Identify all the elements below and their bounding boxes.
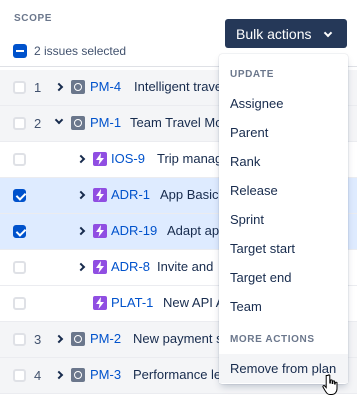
expand-chevron-icon[interactable] — [54, 334, 64, 344]
expand-chevron-icon[interactable] — [76, 262, 86, 272]
epic-issue-icon — [71, 80, 85, 94]
issue-key[interactable]: ADR-1 — [111, 187, 150, 202]
expand-chevron-icon[interactable] — [76, 190, 86, 200]
expand-chevron-icon[interactable] — [76, 154, 86, 164]
menu-item-sprint[interactable]: Sprint — [219, 205, 348, 234]
collapse-chevron-icon[interactable] — [54, 115, 64, 125]
story-lightning-icon — [93, 296, 107, 310]
selected-count-text: 2 issues selected — [34, 44, 127, 58]
menu-item-release[interactable]: Release — [219, 176, 348, 205]
story-lightning-icon — [93, 224, 107, 238]
row-checkbox[interactable] — [13, 297, 26, 310]
row-checkbox[interactable] — [13, 333, 26, 346]
menu-item-assignee[interactable]: Assignee — [219, 89, 348, 118]
issue-summary: New payment s — [133, 331, 223, 346]
select-all-checkbox[interactable] — [13, 44, 27, 58]
story-lightning-icon — [93, 152, 107, 166]
issue-summary: Trip manag — [157, 151, 223, 166]
issue-summary: Performance le — [133, 367, 222, 382]
menu-item-parent[interactable]: Parent — [219, 118, 348, 147]
expand-chevron-icon[interactable] — [54, 82, 64, 92]
menu-item-rank[interactable]: Rank — [219, 147, 348, 176]
row-checkbox[interactable] — [13, 369, 26, 382]
story-lightning-icon — [93, 260, 107, 274]
issue-summary: Adapt ap — [167, 223, 220, 238]
issue-summary: Invite and — [157, 259, 214, 274]
issue-key[interactable]: PLAT-1 — [111, 295, 153, 310]
epic-issue-icon — [71, 368, 85, 382]
issue-summary: Team Travel Mo — [130, 115, 223, 130]
issue-key[interactable]: PM-1 — [90, 115, 121, 130]
issue-summary: Intelligent travel — [134, 79, 226, 94]
row-checkbox[interactable] — [13, 153, 26, 166]
row-checkbox[interactable] — [13, 81, 26, 94]
story-lightning-icon — [93, 188, 107, 202]
row-number: 2 — [34, 116, 42, 131]
expand-chevron-icon[interactable] — [76, 226, 86, 236]
chevron-down-icon — [323, 28, 333, 38]
menu-item-target-start[interactable]: Target start — [219, 234, 348, 263]
issue-summary: New API A — [163, 295, 225, 310]
expand-chevron-icon[interactable] — [54, 370, 64, 380]
row-checkbox[interactable] — [13, 225, 26, 238]
epic-issue-icon — [71, 116, 85, 130]
row-number: 3 — [34, 332, 42, 347]
issue-summary: App Basic — [160, 187, 219, 202]
row-checkbox[interactable] — [13, 261, 26, 274]
bulk-actions-button[interactable]: Bulk actions — [225, 19, 347, 48]
menu-group-more-actions-label: MORE ACTIONS — [230, 334, 315, 345]
bulk-actions-label: Bulk actions — [236, 25, 312, 42]
issue-key[interactable]: PM-4 — [90, 79, 121, 94]
scope-title: SCOPE — [14, 13, 53, 24]
issue-key[interactable]: IOS-9 — [111, 151, 145, 166]
menu-item-target-end[interactable]: Target end — [219, 263, 348, 292]
issue-key[interactable]: ADR-8 — [111, 259, 150, 274]
row-checkbox[interactable] — [13, 117, 26, 130]
row-number: 4 — [34, 368, 42, 383]
issue-key[interactable]: ADR-19 — [111, 223, 157, 238]
menu-item-team[interactable]: Team — [219, 292, 348, 321]
epic-issue-icon — [71, 332, 85, 346]
issue-key[interactable]: PM-3 — [90, 367, 121, 382]
menu-group-update-label: UPDATE — [230, 69, 274, 80]
issue-key[interactable]: PM-2 — [90, 331, 121, 346]
row-checkbox[interactable] — [13, 189, 26, 202]
bulk-actions-menu: UPDATE Assignee Parent Rank Release Spri… — [219, 54, 348, 384]
hand-pointer-cursor-icon — [322, 374, 338, 395]
row-number: 1 — [34, 80, 42, 95]
